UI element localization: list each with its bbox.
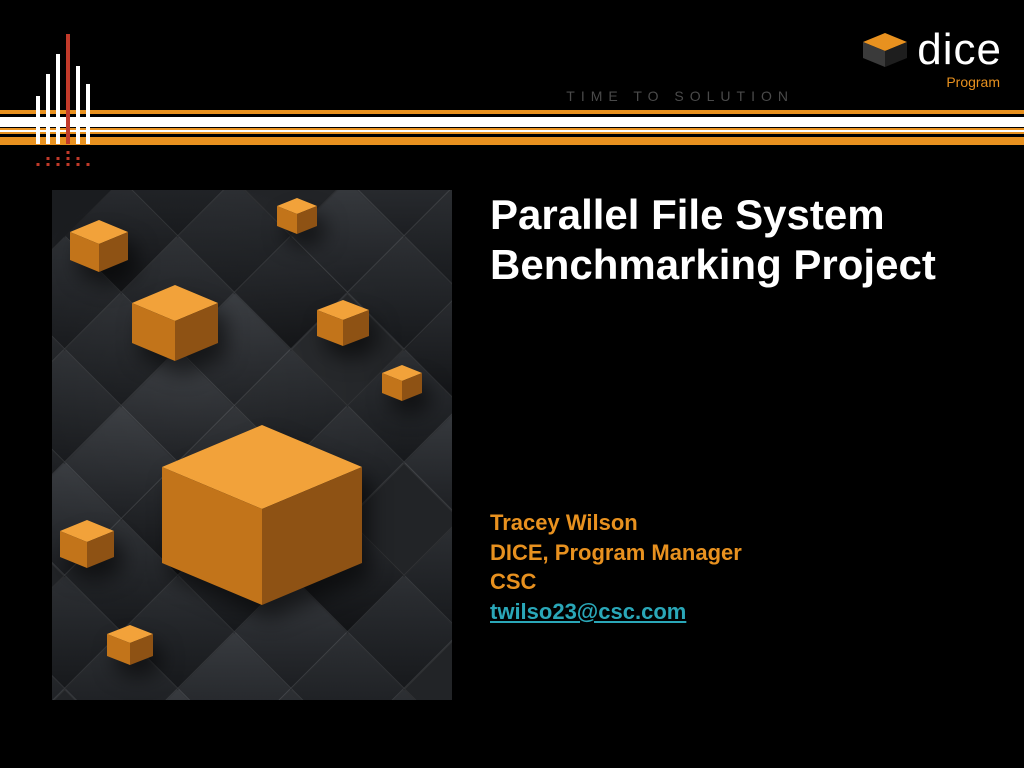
slide-header: TIME TO SOLUTION dice Program [0, 0, 1024, 148]
author-email-link[interactable]: twilso23@csc.com [490, 597, 984, 627]
title-block: Parallel File System Benchmarking Projec… [490, 190, 994, 289]
cubes-artwork [52, 190, 452, 700]
tagline-text: TIME TO SOLUTION [566, 88, 794, 104]
logo-text: dice [917, 28, 1002, 72]
slide-body: Parallel File System Benchmarking Projec… [0, 148, 1024, 768]
author-role: DICE, Program Manager [490, 538, 984, 568]
bars-graphic-icon [36, 14, 90, 144]
dice-logo: dice Program [863, 28, 1002, 90]
author-block: Tracey Wilson DICE, Program Manager CSC … [490, 508, 984, 627]
slide-title: Parallel File System Benchmarking Projec… [490, 190, 994, 289]
author-name: Tracey Wilson [490, 508, 984, 538]
header-stripes [0, 110, 1024, 145]
author-org: CSC [490, 567, 984, 597]
logo-subtext: Program [946, 74, 1000, 90]
cube-icon [863, 33, 907, 67]
